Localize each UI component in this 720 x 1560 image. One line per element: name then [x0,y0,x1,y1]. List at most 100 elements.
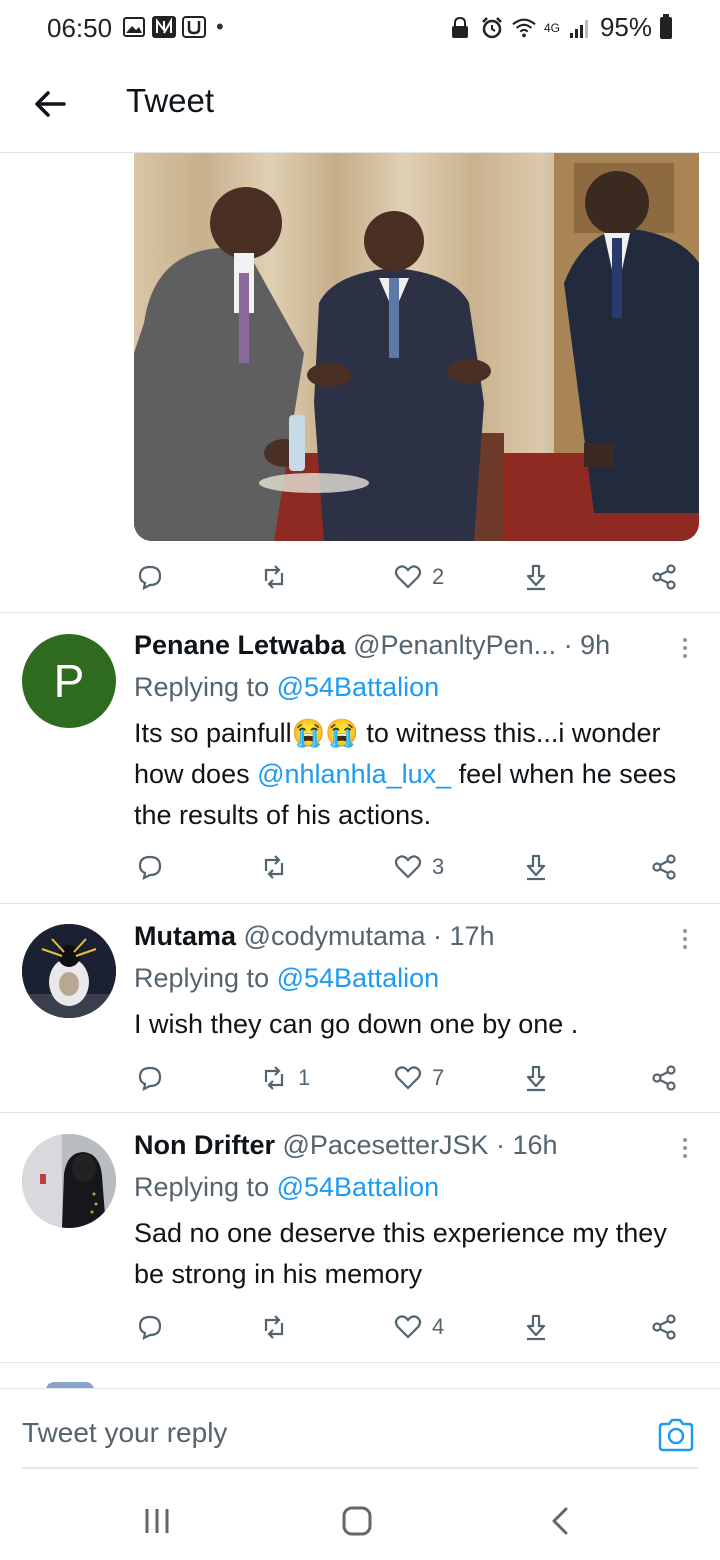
avatar-letter: P [53,655,85,707]
comment-icon [138,855,162,880]
camera-icon[interactable] [656,1415,696,1455]
heart-icon [394,1066,422,1090]
replying-to: Replying to @54Battalion [134,963,439,994]
replying-label: Replying to [134,1172,270,1202]
reply-header: Penane Letwaba @PenanltyPen... · 9h [134,630,610,661]
back-arrow-icon[interactable] [30,84,70,124]
heart-icon [394,565,422,589]
divider [0,1362,720,1363]
reply-button[interactable] [136,557,164,597]
reply-actions: 4 [134,1307,694,1347]
replying-to-link[interactable]: @54Battalion [277,963,440,993]
share-icon [652,564,676,590]
recent-apps-icon[interactable] [140,1504,174,1538]
like-count: 4 [432,1314,445,1339]
reply-button[interactable] [136,1058,164,1098]
handle[interactable]: @codymutama [244,921,426,951]
reply-composer: Tweet your reply [0,1388,720,1481]
download-button[interactable] [522,1058,550,1098]
lock-icon [448,16,472,40]
retweet-icon [264,855,284,879]
display-name[interactable]: Mutama [134,921,236,951]
retweet-button[interactable] [260,847,288,887]
replying-to-link[interactable]: @54Battalion [277,1172,440,1202]
like-count: 3 [432,854,445,879]
avatar[interactable] [22,1134,116,1228]
gallery-icon [122,15,146,39]
download-button[interactable] [522,847,550,887]
retweet-button[interactable] [260,557,288,597]
mention-link[interactable]: @nhlanhla_lux_ [257,759,451,789]
handle[interactable]: @PacesetterJSK [283,1130,489,1160]
retweet-button[interactable] [260,1307,288,1347]
replying-label: Replying to [134,672,270,702]
reply-actions: 1 7 [134,1058,694,1098]
nav-back-icon[interactable] [544,1504,578,1538]
more-options-icon[interactable] [680,636,690,660]
replying-to: Replying to @54Battalion [134,1172,439,1203]
like-button[interactable]: 4 [394,1307,444,1347]
reply-tweet[interactable]: Non Drifter @PacesetterJSK · 16h Replyin… [0,1113,720,1363]
replying-to-link[interactable]: @54Battalion [277,672,440,702]
timestamp: · 16h [496,1130,558,1160]
timestamp: · 17h [433,921,495,951]
comment-icon [138,1315,162,1340]
main-tweet-actions: 2 [134,557,694,597]
share-button[interactable] [650,557,678,597]
comment-icon [138,565,162,590]
like-button[interactable]: 7 [394,1058,444,1098]
battery-icon [660,13,672,39]
display-name[interactable]: Non Drifter [134,1130,275,1160]
reply-tweet[interactable]: P Penane Letwaba @PenanltyPen... · 9h Re… [0,613,720,903]
like-button[interactable]: 2 [394,557,444,597]
share-button[interactable] [650,847,678,887]
avatar[interactable]: P [22,634,116,728]
more-options-icon[interactable] [680,927,690,951]
retweet-icon [264,565,284,589]
share-button[interactable] [650,1307,678,1347]
alarm-icon [480,16,504,40]
handle[interactable]: @PenanltyPen... [353,630,556,660]
retweet-button[interactable]: 1 [260,1058,310,1098]
comment-icon [138,1066,162,1091]
like-button[interactable]: 3 [394,847,444,887]
avatar[interactable] [22,924,116,1018]
top-bar: Tweet [0,56,720,153]
system-nav-bar [0,1480,720,1560]
reply-button[interactable] [136,847,164,887]
display-name[interactable]: Penane Letwaba [134,630,346,660]
download-button[interactable] [522,557,550,597]
retweet-icon [264,1315,284,1339]
status-time: 06:50 [47,13,113,43]
notification-dot-icon: • [216,14,224,39]
reply-tweet[interactable]: Mutama @codymutama · 17h Replying to @54… [0,904,720,1112]
reply-input[interactable]: Tweet your reply [22,1417,227,1449]
reply-text: Its so painfull😭😭 to witness this...i wo… [134,713,694,836]
retweet-count: 1 [298,1065,311,1090]
reply-button[interactable] [136,1307,164,1347]
reply-header: Non Drifter @PacesetterJSK · 16h [134,1130,558,1161]
tweet-photo[interactable] [134,153,699,541]
download-button[interactable] [522,1307,550,1347]
replying-label: Replying to [134,963,270,993]
share-icon [652,1065,676,1091]
share-icon [652,854,676,880]
signal-icon [568,16,592,40]
text-part: Its so painfull [134,718,292,748]
network-type: 4G [543,20,560,35]
like-count: 2 [432,564,445,589]
home-icon[interactable] [340,1504,374,1538]
share-button[interactable] [650,1058,678,1098]
page-title: Tweet [126,82,215,119]
retweet-icon [264,1066,284,1090]
download-icon [526,564,546,591]
reply-input-underline [22,1467,698,1469]
download-icon [526,1314,546,1341]
reply-text: Sad no one deserve this experience my th… [134,1218,667,1289]
status-bar: 06:50 • 4G 95% [0,0,720,56]
heart-icon [394,855,422,879]
battery-percent: 95% [599,12,652,42]
like-count: 7 [432,1065,445,1090]
more-options-icon[interactable] [680,1136,690,1160]
download-icon [526,1065,546,1092]
